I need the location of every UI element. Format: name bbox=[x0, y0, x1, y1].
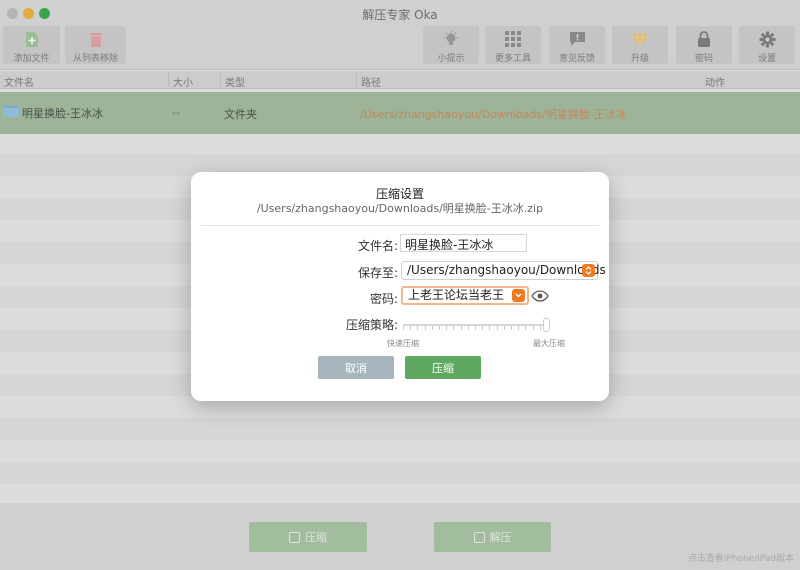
compression-strategy-slider[interactable] bbox=[401, 316, 550, 334]
chevron-down-icon[interactable] bbox=[512, 289, 525, 302]
password-input[interactable]: 上老王论坛当老王 bbox=[401, 286, 529, 305]
slider-tick bbox=[410, 326, 411, 330]
slider-tick bbox=[468, 326, 469, 330]
slider-tick bbox=[518, 326, 519, 330]
slider-tick bbox=[504, 326, 505, 330]
slider-tick bbox=[525, 326, 526, 330]
slider-max-label: 最大压缩 bbox=[533, 339, 565, 348]
slider-tick bbox=[403, 326, 404, 330]
slider-tick bbox=[425, 326, 426, 330]
slider-knob[interactable] bbox=[543, 318, 550, 332]
slider-tick bbox=[533, 326, 534, 330]
show-password-eye-icon[interactable] bbox=[531, 290, 549, 302]
save-to-value: /Users/zhangshaoyou/Downloads bbox=[407, 263, 606, 277]
strategy-label: 压缩策略: bbox=[345, 318, 398, 332]
password-field-label: 密码: bbox=[369, 292, 398, 306]
compression-settings-dialog: 压缩设置 /Users/zhangshaoyou/Downloads/明星换脸-… bbox=[191, 172, 609, 401]
slider-tick bbox=[446, 326, 447, 330]
slider-tick bbox=[432, 326, 433, 330]
slider-tick bbox=[439, 326, 440, 330]
filename-input[interactable]: 明星换脸-王冰冰 bbox=[400, 234, 527, 252]
password-value: 上老王论坛当老王 bbox=[408, 288, 505, 302]
cancel-button[interactable]: 取消 bbox=[318, 356, 394, 379]
slider-tick bbox=[497, 326, 498, 330]
slider-tick bbox=[453, 326, 454, 330]
slider-tick bbox=[482, 326, 483, 330]
compress-confirm-button[interactable]: 压缩 bbox=[405, 356, 481, 379]
save-to-select[interactable]: /Users/zhangshaoyou/Downloads bbox=[401, 261, 606, 280]
slider-tick bbox=[461, 326, 462, 330]
slider-tick bbox=[511, 326, 512, 330]
slider-tick bbox=[540, 326, 541, 330]
slider-tick bbox=[417, 326, 418, 330]
slider-tick bbox=[489, 326, 490, 330]
updown-chevron-icon bbox=[582, 264, 595, 277]
dialog-output-path: /Users/zhangshaoyou/Downloads/明星换脸-王冰冰.z… bbox=[256, 202, 544, 215]
filename-label: 文件名: bbox=[357, 239, 398, 253]
save-to-label: 保存至: bbox=[357, 266, 398, 280]
slider-tick bbox=[475, 326, 476, 330]
slider-min-label: 快速压缩 bbox=[387, 339, 419, 348]
dialog-divider bbox=[201, 225, 599, 226]
